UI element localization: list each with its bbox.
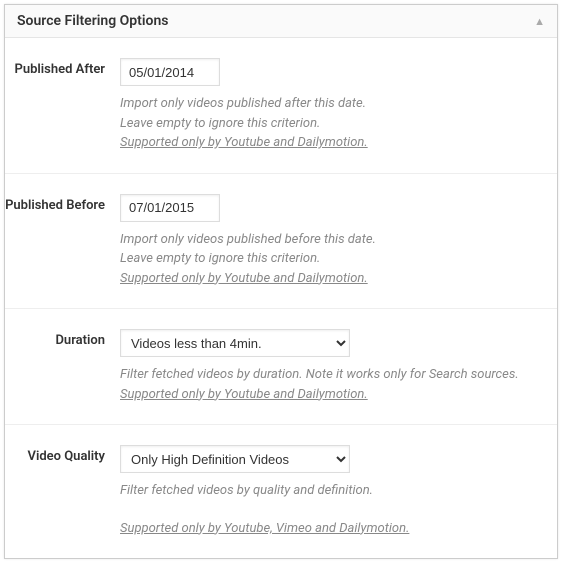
published-before-help: Import only videos published before this… [120, 230, 545, 289]
support-note: Supported only by Youtube and Dailymotio… [120, 385, 368, 405]
video-quality-row: Video Quality Only High Definition Video… [5, 425, 557, 558]
video-quality-select[interactable]: Only High Definition Videos [120, 445, 350, 473]
help-text: Leave empty to ignore this criterion. [120, 114, 545, 134]
published-after-label: Published After [15, 62, 106, 79]
panel-title: Source Filtering Options [17, 13, 168, 29]
panel-header[interactable]: Source Filtering Options ▲ [5, 5, 557, 38]
published-after-help: Import only videos published after this … [120, 94, 545, 153]
published-before-input[interactable] [120, 194, 220, 222]
video-quality-help: Filter fetched videos by quality and def… [120, 481, 545, 538]
help-text: Filter fetched videos by duration. Note … [120, 365, 545, 385]
help-text: Leave empty to ignore this criterion. [120, 249, 545, 269]
published-before-row: Published Before Import only videos publ… [5, 174, 557, 310]
help-text: Filter fetched videos by quality and def… [120, 481, 545, 501]
collapse-icon[interactable]: ▲ [534, 15, 545, 28]
help-text: Import only videos published before this… [120, 230, 545, 250]
support-note: Supported only by Youtube and Dailymotio… [120, 133, 368, 153]
duration-select[interactable]: Videos less than 4min. [120, 329, 350, 357]
panel-body: Published After Import only videos publi… [5, 38, 557, 558]
published-after-row: Published After Import only videos publi… [5, 38, 557, 174]
duration-help: Filter fetched videos by duration. Note … [120, 365, 545, 404]
support-note: Supported only by Youtube and Dailymotio… [120, 269, 368, 289]
published-after-input[interactable] [120, 58, 220, 86]
published-before-label: Published Before [5, 198, 105, 215]
video-quality-label: Video Quality [28, 449, 106, 466]
duration-label: Duration [55, 333, 105, 350]
support-note: Supported only by Youtube, Vimeo and Dai… [120, 519, 409, 539]
duration-row: Duration Videos less than 4min. Filter f… [5, 309, 557, 425]
source-filtering-panel: Source Filtering Options ▲ Published Aft… [4, 4, 558, 559]
help-text: Import only videos published after this … [120, 94, 545, 114]
